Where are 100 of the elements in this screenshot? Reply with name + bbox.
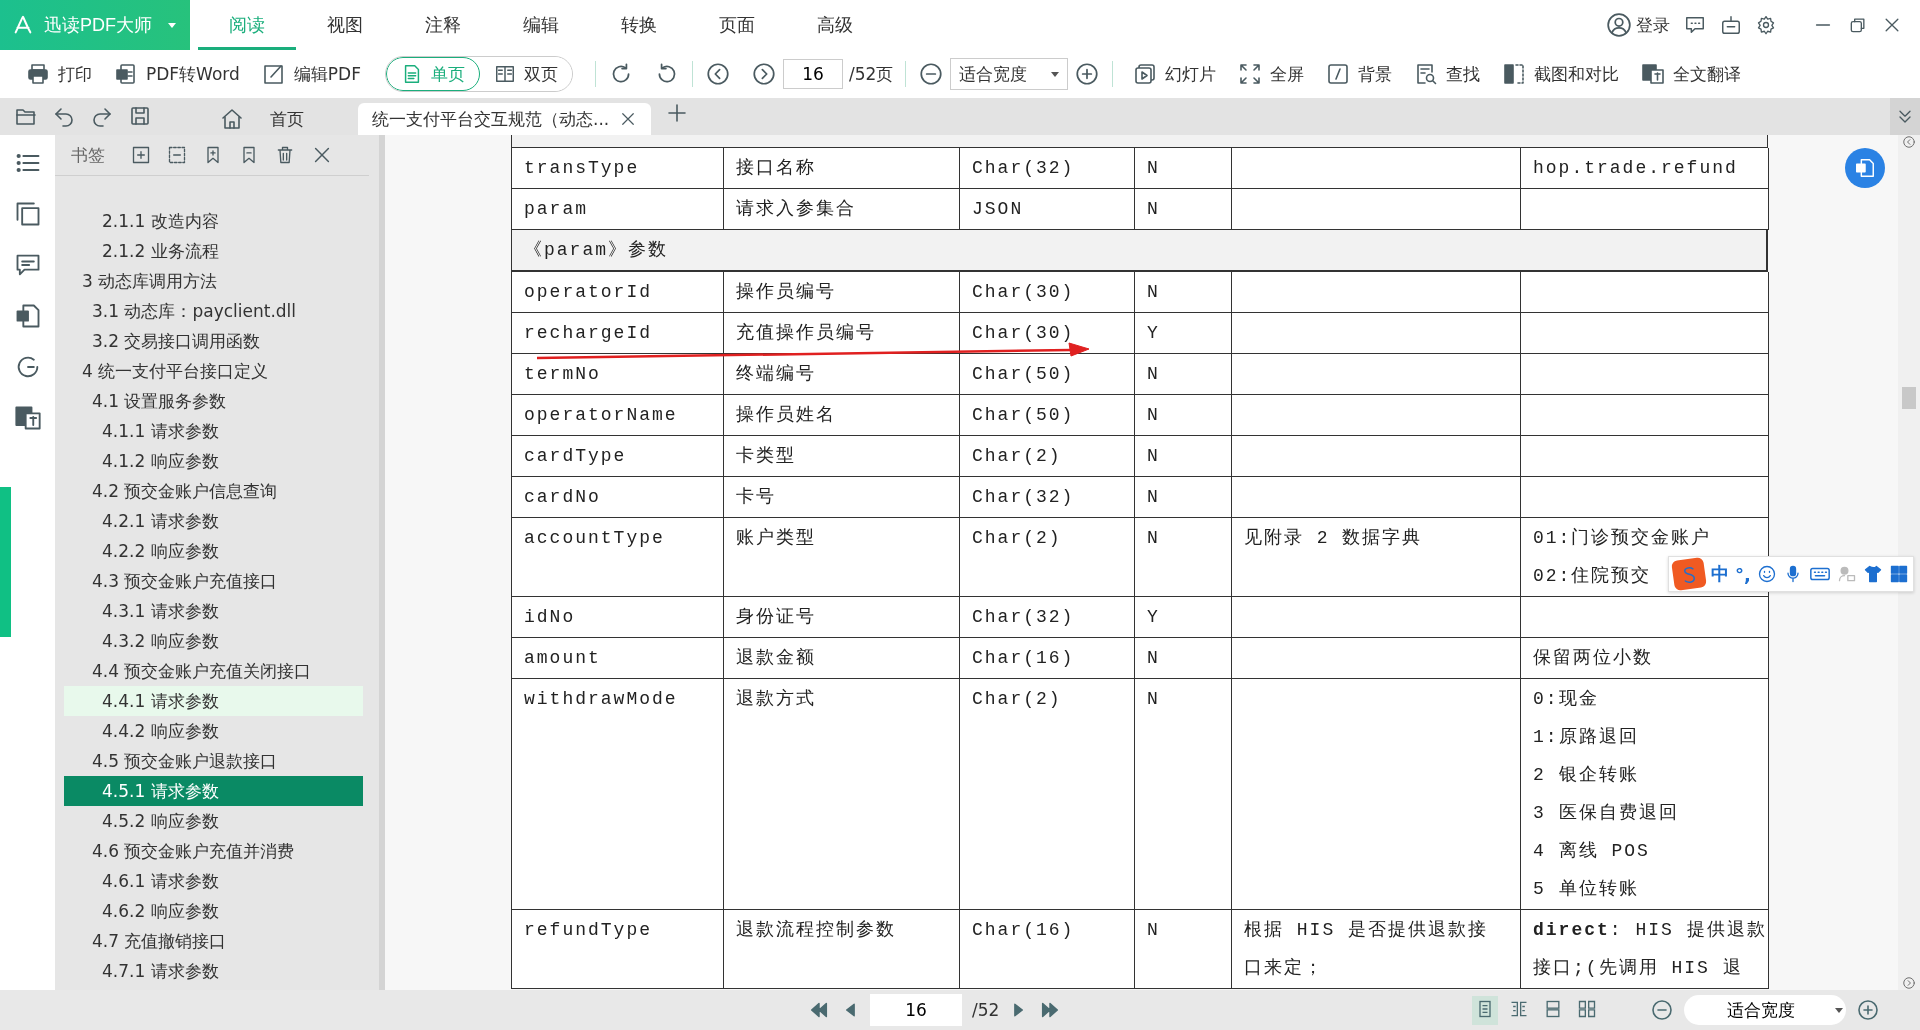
bookmark-item[interactable]: 4.2.2 响应参数 [64, 536, 363, 566]
bookmark-item[interactable]: 4.6 预交金账户充值并消费 [64, 836, 363, 866]
bookmark-item[interactable]: 4.4.2 响应参数 [64, 716, 363, 746]
scrollbar-thumb[interactable] [1902, 387, 1916, 409]
bookmark-item[interactable]: 4 统一支付平台接口定义 [64, 356, 363, 386]
input-mode[interactable]: 中 [1711, 562, 1729, 586]
toolbar-button[interactable]: PDF转Word [106, 58, 248, 90]
menu-tab[interactable]: 高级 [786, 0, 884, 50]
table-cell: 见附录 2 数据字典 [1232, 518, 1521, 597]
table-cell: Y [1135, 313, 1232, 354]
emoji-icon[interactable] [1756, 564, 1777, 584]
user-icon[interactable] [1606, 12, 1632, 38]
printer-icon[interactable] [26, 62, 50, 86]
toolbar-button[interactable]: 幻灯片 [1125, 58, 1225, 90]
previous-page-icon[interactable] [704, 61, 731, 87]
edit-icon[interactable] [261, 62, 286, 86]
page-number-field[interactable]: 16 [782, 59, 843, 89]
menu-tab[interactable]: 视图 [296, 0, 394, 50]
toolbar-button[interactable]: 全文翻译 [1633, 58, 1750, 90]
table-cell: Y [1135, 597, 1232, 638]
table-cell: N [1135, 354, 1232, 395]
continuous-two-page-icon [1577, 998, 1597, 1019]
translate-icon[interactable] [13, 404, 42, 432]
single-page-button[interactable] [1472, 995, 1498, 1025]
bookmark-item[interactable]: 3 动态库调用方法 [64, 266, 363, 296]
table-cell: 退款金额 [724, 638, 960, 679]
bookmark-item[interactable]: 4.4 预交金账户充值关闭接口 [64, 656, 363, 686]
menu-tab[interactable]: 编辑 [492, 0, 590, 50]
table-cell: N [1135, 272, 1232, 313]
robot-icon[interactable] [1720, 14, 1742, 36]
bookmark-item[interactable]: 4.2.1 请求参数 [64, 506, 363, 536]
chat-icon[interactable] [1684, 14, 1706, 36]
menu-tab[interactable]: 页面 [688, 0, 786, 50]
page-number-field[interactable]: 16 [870, 994, 962, 1026]
bookmark-item[interactable]: 3.2 交易接口调用函数 [64, 326, 363, 356]
bookmark-item[interactable]: 2.1.2 业务流程 [64, 236, 363, 266]
menu-tab[interactable]: 注释 [394, 0, 492, 50]
bookmark-item[interactable]: 4.5.1 请求参数 [64, 776, 363, 806]
zoom-out-icon[interactable] [1650, 998, 1674, 1022]
toolbar-button[interactable]: 编辑PDF [253, 58, 369, 90]
zoom-dropdown[interactable]: 适合宽度 [950, 58, 1069, 90]
menu-tab[interactable]: 转换 [590, 0, 688, 50]
bookmark-item[interactable]: 4.3 预交金账户充值接口 [64, 566, 363, 596]
zoom-out-icon[interactable] [918, 61, 945, 87]
toolbar-button[interactable]: 截图和对比 [1494, 58, 1628, 90]
table-cell: N [1135, 518, 1232, 597]
toolbar-button[interactable]: 查找 [1406, 58, 1489, 90]
bookmark-item[interactable]: 3.1 动态库：payclient.dll [64, 296, 363, 326]
table-cell: termNo [512, 354, 724, 395]
bookmark-item[interactable]: 4.7 充值撤销接口 [64, 926, 363, 956]
panel-toggle-tab[interactable] [0, 487, 11, 637]
table-cell: operatorId [512, 272, 724, 313]
punctuation-mode[interactable]: °, [1735, 563, 1751, 585]
zoom-in-icon[interactable] [1074, 61, 1101, 87]
save-icon[interactable] [128, 104, 152, 128]
login-button[interactable]: 登录 [1606, 12, 1670, 38]
bookmark-item[interactable]: 4.5.2 响应参数 [64, 806, 363, 836]
find-icon[interactable] [1414, 62, 1439, 86]
bookmark-item[interactable]: 4.5 预交金账户退款接口 [64, 746, 363, 776]
bookmark-item[interactable]: 4.1.2 响应参数 [64, 446, 363, 476]
zoom-in-icon[interactable] [1856, 998, 1880, 1022]
table-cell: Char(32) [960, 477, 1135, 518]
bookmark-item[interactable]: 4.3.2 响应参数 [64, 626, 363, 656]
toolbar-button[interactable]: 打印 [18, 58, 100, 90]
scroll-up-icon[interactable] [1902, 135, 1916, 149]
bookmark-item[interactable]: 4.2 预交金账户信息查询 [64, 476, 363, 506]
slide-icon[interactable] [1133, 62, 1158, 86]
bookmark-item[interactable]: 4.6.1 请求参数 [64, 866, 363, 896]
two-page-icon[interactable] [493, 63, 516, 85]
table-cell: Char(2) [960, 436, 1135, 477]
bookmark-item[interactable]: 4.4.1 请求参数 [64, 686, 363, 716]
bookmark-item[interactable]: 4.1 设置服务参数 [64, 386, 363, 416]
word-icon[interactable] [114, 62, 138, 86]
expand-all-icon[interactable] [131, 145, 151, 165]
table-cell: N [1135, 148, 1232, 189]
table-cell: Char(50) [960, 354, 1135, 395]
next-page-icon[interactable] [750, 61, 777, 87]
toolbar-button[interactable]: 背景 [1318, 58, 1401, 90]
full-icon[interactable] [1238, 62, 1263, 86]
bg-icon[interactable] [1326, 62, 1351, 86]
grid-icon[interactable] [1888, 564, 1909, 584]
scroll-down-icon[interactable] [1902, 976, 1916, 990]
table-cell: Char(2) [960, 518, 1135, 597]
document-tab[interactable]: 统一支付平台交互规范（动态... [358, 103, 652, 135]
toolbar-button[interactable]: 全屏 [1230, 58, 1313, 90]
settings-icon[interactable] [1756, 15, 1776, 35]
table-cell: hop.trade.refund [1521, 148, 1769, 189]
zoom-dropdown[interactable]: 适合宽度 [1684, 995, 1846, 1025]
word-icon[interactable] [1854, 157, 1876, 179]
bookmark-item[interactable]: 4.7.1 请求参数 [64, 956, 363, 986]
bookmark-item[interactable]: 4.3.1 请求参数 [64, 596, 363, 626]
table-cell: rechargeId [512, 313, 724, 354]
home-icon[interactable] [220, 107, 244, 131]
delete-icon[interactable] [275, 145, 295, 165]
bookmark-item[interactable]: 4.1.1 请求参数 [64, 416, 363, 446]
collapse-all-icon[interactable] [167, 145, 187, 165]
bookmark-item[interactable]: 4.6.2 响应参数 [64, 896, 363, 926]
shirt-icon[interactable] [1862, 564, 1883, 584]
bookmark-item[interactable]: 2.1.1 改造内容 [64, 206, 363, 236]
table-cell: transType [512, 148, 724, 189]
